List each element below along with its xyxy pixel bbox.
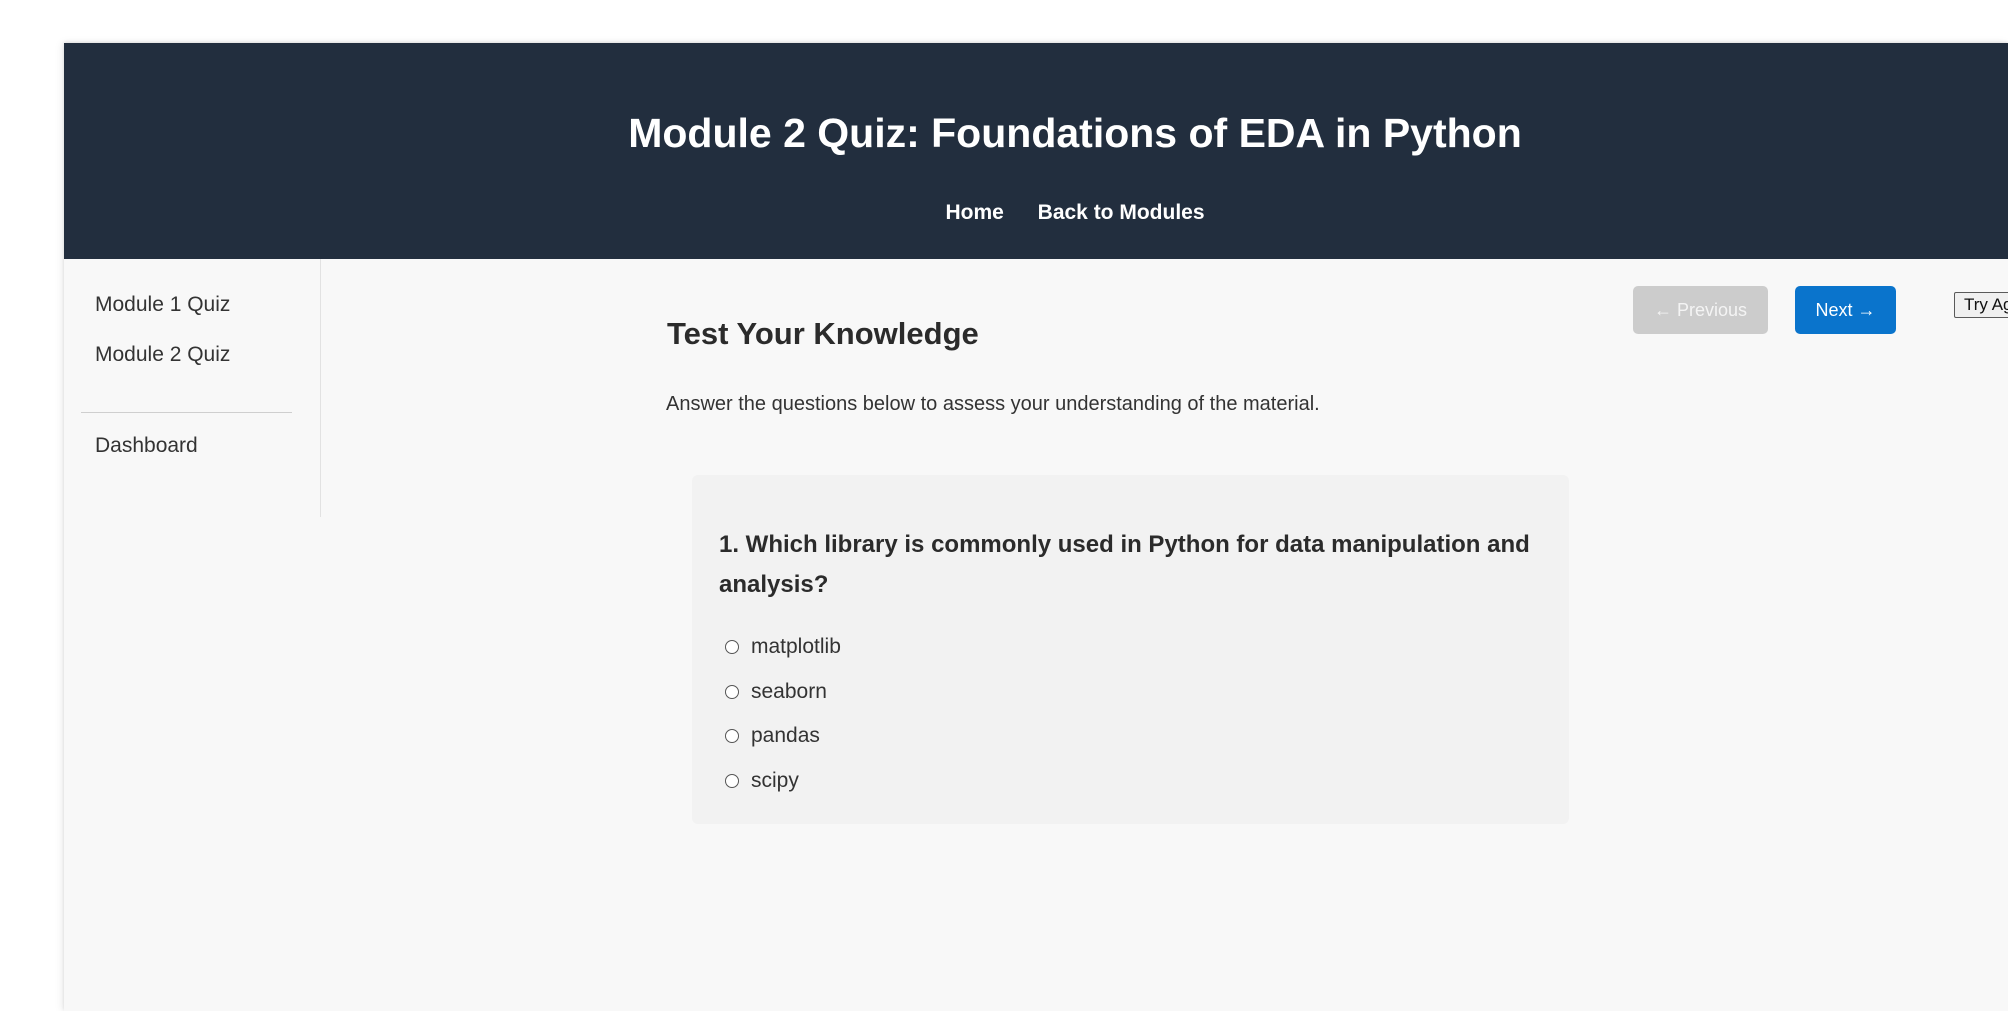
radio-button[interactable] xyxy=(725,685,739,699)
answer-option-pandas[interactable]: pandas xyxy=(725,721,820,751)
nav-home-link[interactable]: Home xyxy=(945,201,1003,224)
radio-button[interactable] xyxy=(725,729,739,743)
question-card: 1. Which library is commonly used in Pyt… xyxy=(692,475,1569,824)
option-label: seaborn xyxy=(751,680,827,703)
radio-button[interactable] xyxy=(725,640,739,654)
page-title: Module 2 Quiz: Foundations of EDA in Pyt… xyxy=(628,110,1522,156)
option-label: scipy xyxy=(751,769,799,792)
try-again-button[interactable]: Try Again xyxy=(1954,292,2008,318)
answer-option-scipy[interactable]: scipy xyxy=(725,766,799,796)
option-label: matplotlib xyxy=(751,635,841,658)
intro-text: Answer the questions below to assess you… xyxy=(666,393,1320,415)
header-nav: Home Back to Modules xyxy=(64,201,2008,225)
previous-button[interactable]: ← Previous xyxy=(1633,286,1768,334)
site-header: Module 2 Quiz: Foundations of EDA in Pyt… xyxy=(64,43,2008,259)
answer-option-matplotlib[interactable]: matplotlib xyxy=(725,632,841,662)
sidebar-item-module-1-quiz[interactable]: Module 1 Quiz xyxy=(95,293,230,317)
sidebar: Module 1 Quiz Module 2 Quiz Dashboard xyxy=(64,259,321,517)
question-text: 1. Which library is commonly used in Pyt… xyxy=(719,531,1530,598)
radio-button[interactable] xyxy=(725,774,739,788)
sidebar-item-module-2-quiz[interactable]: Module 2 Quiz xyxy=(95,343,230,367)
quiz-page: Module 2 Quiz: Foundations of EDA in Pyt… xyxy=(64,43,2008,1011)
option-label: pandas xyxy=(751,724,820,747)
section-heading: Test Your Knowledge xyxy=(667,316,979,351)
sidebar-item-dashboard[interactable]: Dashboard xyxy=(95,434,198,458)
sidebar-divider xyxy=(81,412,292,413)
nav-back-to-modules-link[interactable]: Back to Modules xyxy=(1038,201,1205,224)
next-button[interactable]: Next → xyxy=(1795,286,1896,334)
answer-option-seaborn[interactable]: seaborn xyxy=(725,677,827,707)
